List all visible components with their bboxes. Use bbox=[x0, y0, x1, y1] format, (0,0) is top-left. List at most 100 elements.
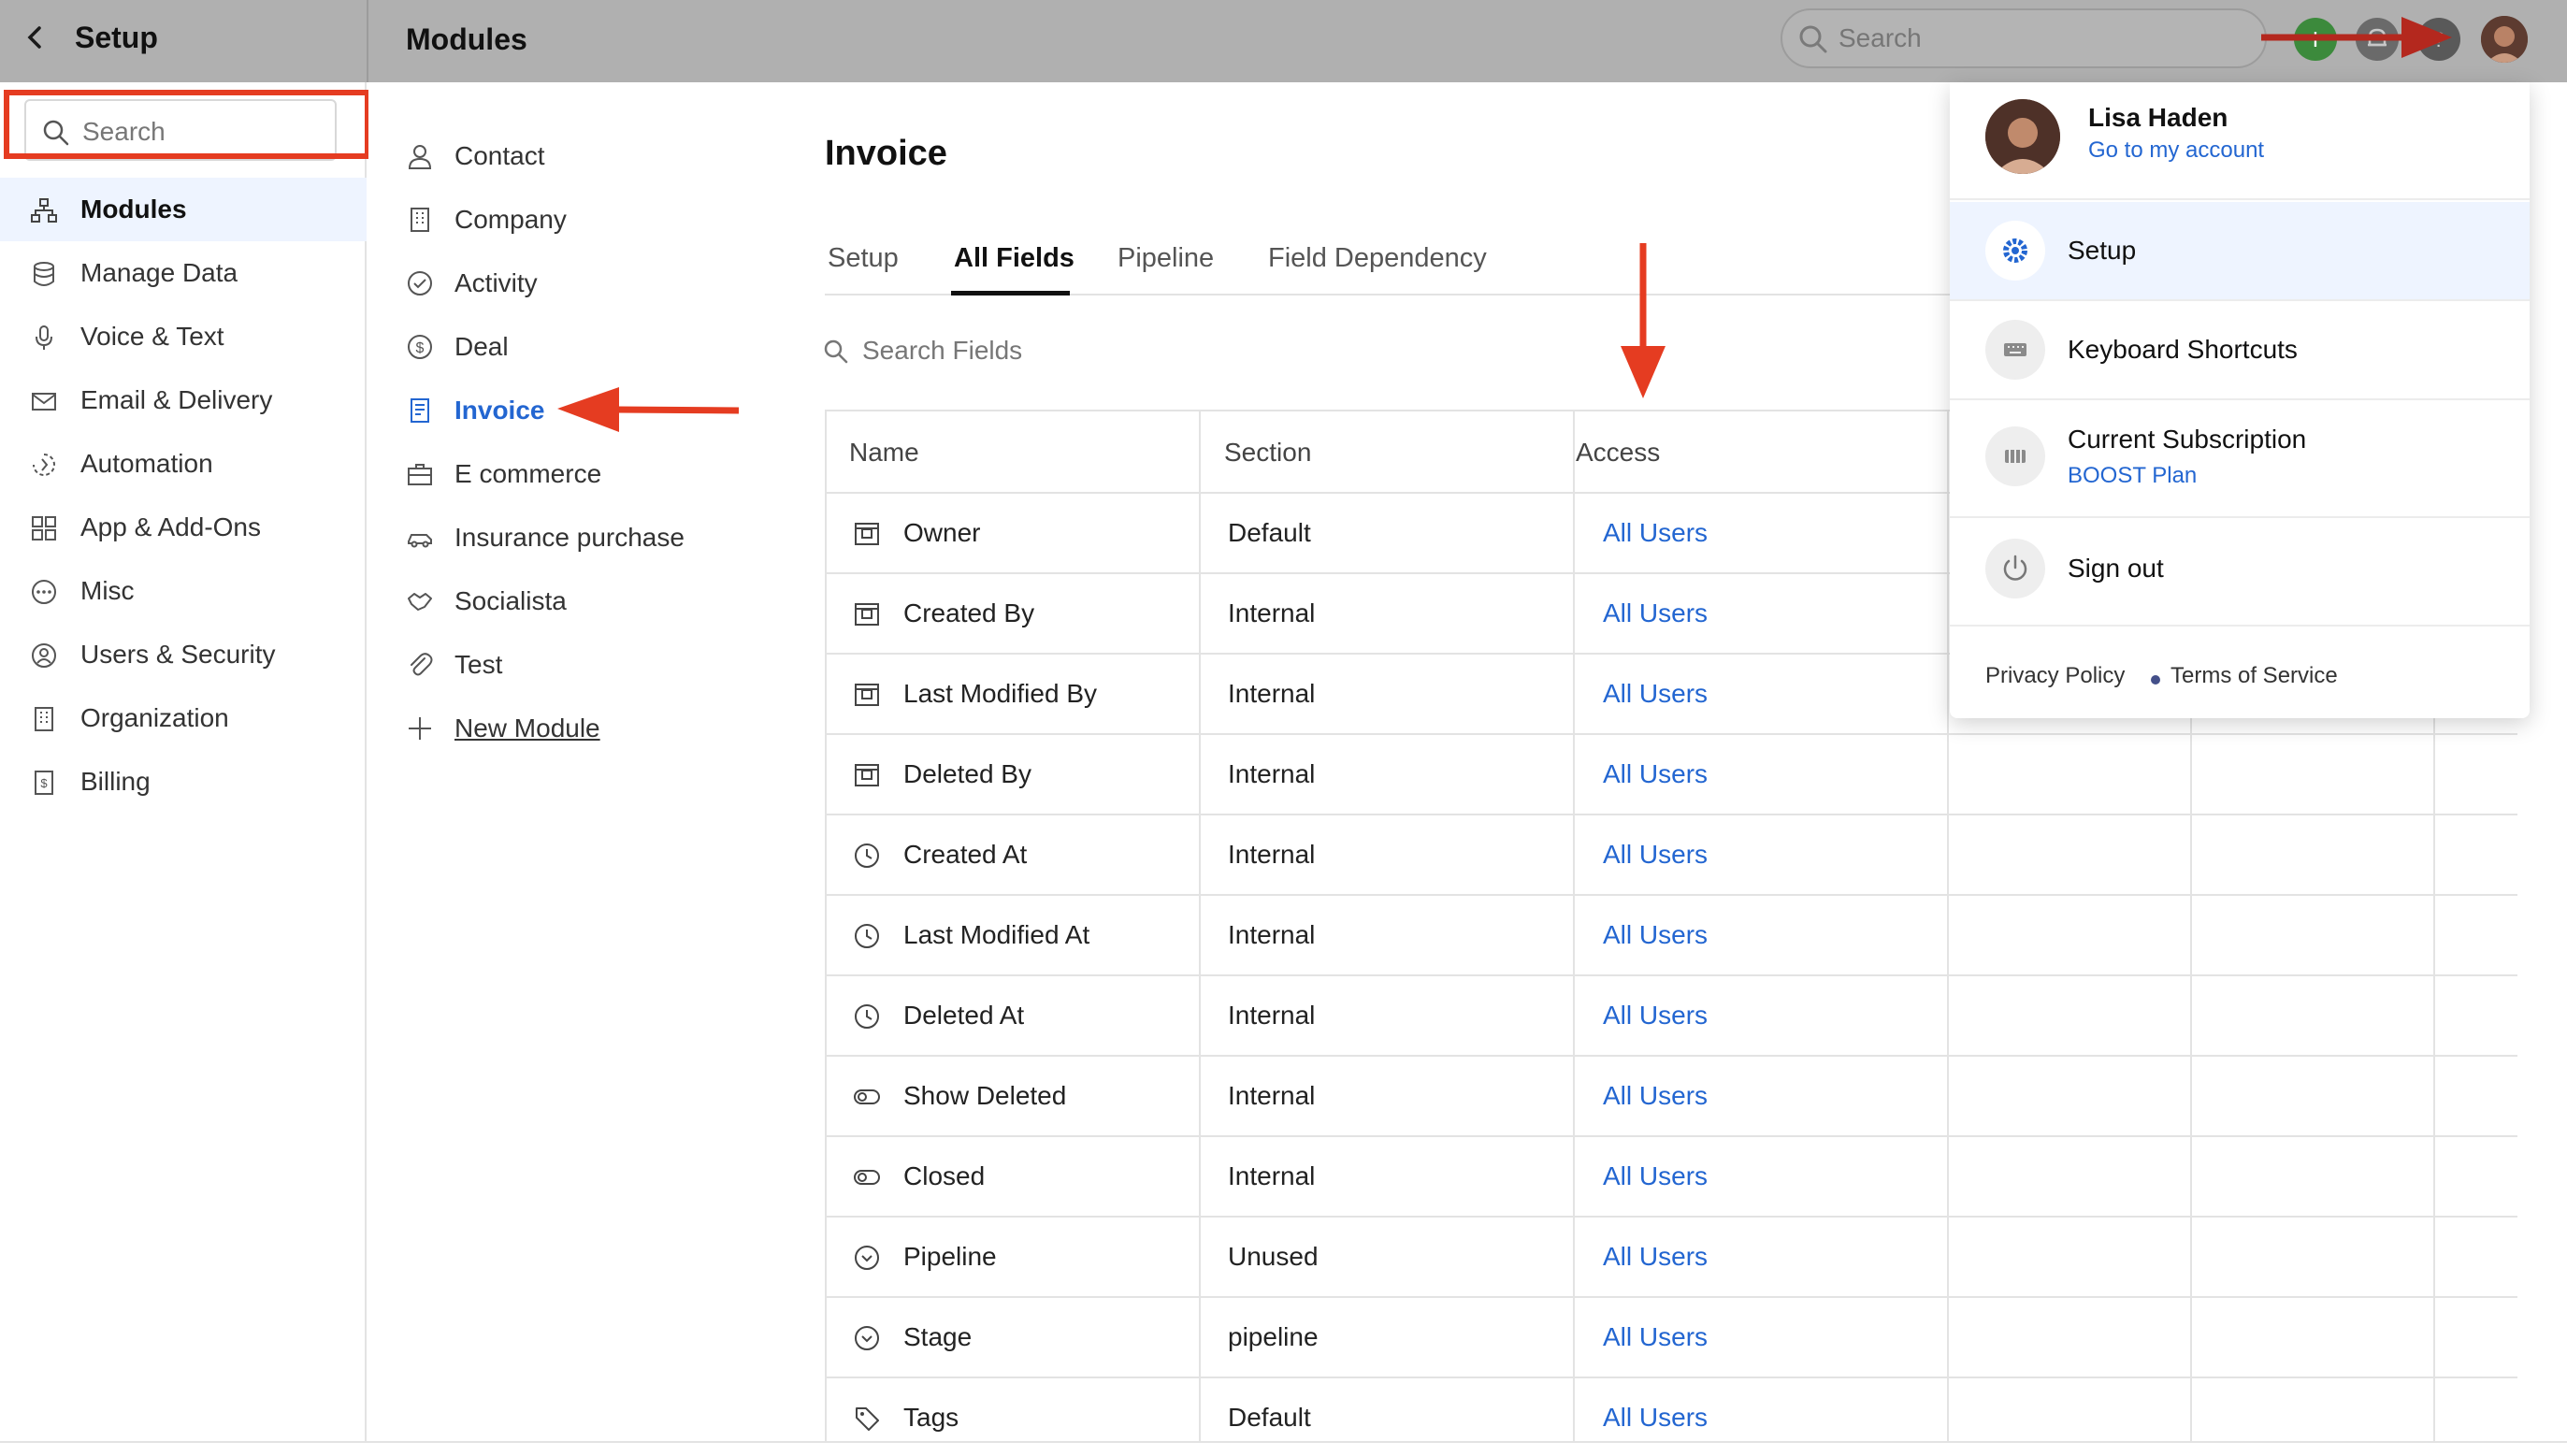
sidebar-item-manage-data[interactable]: Manage Data bbox=[0, 241, 367, 305]
field-name: Tags bbox=[903, 1403, 959, 1432]
column-header-section[interactable]: Section bbox=[1224, 436, 1311, 469]
clock-icon bbox=[855, 843, 879, 868]
sidebar-item-app-addons[interactable]: App & Add-Ons bbox=[0, 496, 367, 559]
account-avatar bbox=[1985, 99, 2060, 174]
svg-text:$: $ bbox=[416, 340, 425, 356]
column-divider bbox=[1947, 410, 1949, 1456]
column-header-access[interactable]: Access bbox=[1576, 436, 1660, 469]
privacy-policy-link[interactable]: Privacy Policy bbox=[1985, 662, 2125, 690]
tab-all-fields[interactable]: All Fields bbox=[954, 239, 1074, 277]
search-fields-input[interactable]: Search Fields bbox=[823, 333, 1384, 370]
field-access-link[interactable]: All Users bbox=[1603, 1240, 1708, 1274]
subscription-icon bbox=[1985, 426, 2045, 486]
user-circle-icon bbox=[32, 643, 56, 668]
subscription-plan[interactable]: BOOST Plan bbox=[2068, 462, 2197, 490]
search-icon bbox=[1799, 25, 1827, 53]
sidebar-item-modules[interactable]: Modules bbox=[0, 178, 367, 241]
sidebar-item-organization[interactable]: Organization bbox=[0, 686, 367, 750]
sidebar-item-users-security[interactable]: Users & Security bbox=[0, 623, 367, 686]
column-header-name[interactable]: Name bbox=[849, 436, 919, 469]
table-row[interactable]: Last Modified At Internal All Users bbox=[825, 896, 2517, 976]
global-search-input[interactable]: Search bbox=[1781, 8, 2267, 68]
module-item-label: Contact bbox=[454, 141, 545, 170]
field-access-link[interactable]: All Users bbox=[1603, 597, 1708, 630]
search-icon bbox=[824, 339, 848, 364]
handshake-icon bbox=[408, 593, 432, 611]
building-icon bbox=[35, 707, 53, 731]
billing-icon: $ bbox=[35, 771, 53, 795]
back-chevron-icon[interactable] bbox=[21, 19, 49, 56]
field-access-link[interactable]: All Users bbox=[1603, 1079, 1708, 1113]
field-section: Unused bbox=[1228, 1242, 1319, 1271]
field-section: pipeline bbox=[1228, 1322, 1319, 1351]
user-field-icon bbox=[855, 684, 879, 706]
tab-setup[interactable]: Setup bbox=[828, 239, 899, 277]
sidebar-item-automation[interactable]: Automation bbox=[0, 432, 367, 496]
user-field-icon bbox=[855, 764, 879, 786]
field-section: Internal bbox=[1228, 598, 1316, 627]
invoice-icon bbox=[411, 398, 429, 423]
chevron-circle-icon bbox=[855, 1246, 879, 1270]
field-access-link[interactable]: All Users bbox=[1603, 918, 1708, 952]
field-access-link[interactable]: All Users bbox=[1603, 1320, 1708, 1354]
new-module-label: New Module bbox=[454, 714, 600, 742]
toggle-icon bbox=[854, 1089, 880, 1104]
menu-item-setup[interactable]: Setup bbox=[1950, 202, 2530, 299]
menu-item-keyboard-shortcuts[interactable]: Keyboard Shortcuts bbox=[1950, 301, 2530, 398]
keyboard-icon bbox=[1985, 320, 2045, 380]
menu-item-current-subscription[interactable]: Current Subscription BOOST Plan bbox=[1950, 400, 2530, 514]
ellipsis-icon bbox=[32, 580, 56, 604]
avatar[interactable] bbox=[2481, 16, 2528, 63]
sidebar-item-label: App & Add-Ons bbox=[80, 512, 262, 541]
table-row[interactable]: Deleted By Internal All Users bbox=[825, 735, 2517, 815]
field-access-link[interactable]: All Users bbox=[1603, 1401, 1708, 1434]
clock-icon bbox=[855, 924, 879, 948]
plus-icon[interactable]: + bbox=[2294, 18, 2337, 61]
menu-item-label: Sign out bbox=[2068, 554, 2164, 583]
field-access-link[interactable]: All Users bbox=[1603, 757, 1708, 791]
window-bottom-edge bbox=[0, 1441, 2567, 1456]
field-name: Pipeline bbox=[903, 1242, 997, 1271]
field-access-link[interactable]: All Users bbox=[1603, 677, 1708, 711]
person-icon bbox=[408, 145, 432, 169]
table-row[interactable]: Stage pipeline All Users bbox=[825, 1298, 2517, 1378]
module-item-label: Deal bbox=[454, 332, 509, 361]
field-access-link[interactable]: All Users bbox=[1603, 838, 1708, 872]
sidebar-item-misc[interactable]: Misc bbox=[0, 559, 367, 623]
table-row[interactable]: Created At Internal All Users bbox=[825, 815, 2517, 896]
table-row[interactable]: Deleted At Internal All Users bbox=[825, 976, 2517, 1057]
field-access-link[interactable]: All Users bbox=[1603, 516, 1708, 550]
column-divider bbox=[1573, 410, 1575, 1456]
table-row[interactable]: Pipeline Unused All Users bbox=[825, 1218, 2517, 1298]
field-access-link[interactable]: All Users bbox=[1603, 999, 1708, 1032]
power-icon bbox=[1985, 539, 2045, 598]
chevron-circle-icon bbox=[855, 1326, 879, 1350]
tab-field-dependency[interactable]: Field Dependency bbox=[1268, 239, 1487, 277]
account-user-name: Lisa Haden bbox=[2088, 103, 2228, 132]
sidebar-item-email-delivery[interactable]: Email & Delivery bbox=[0, 368, 367, 432]
menu-item-sign-out[interactable]: Sign out bbox=[1950, 518, 2530, 621]
sidebar-item-label: Users & Security bbox=[80, 640, 276, 669]
table-row[interactable]: Closed Internal All Users bbox=[825, 1137, 2517, 1218]
bell-icon[interactable] bbox=[2356, 18, 2399, 61]
sidebar-item-label: Voice & Text bbox=[80, 322, 224, 351]
paperclip-icon bbox=[411, 653, 433, 676]
field-section: Internal bbox=[1228, 759, 1316, 788]
sidebar-item-billing[interactable]: $ Billing bbox=[0, 750, 367, 814]
field-section: Default bbox=[1228, 1403, 1311, 1432]
help-icon[interactable]: ? bbox=[2417, 18, 2460, 61]
tab-pipeline[interactable]: Pipeline bbox=[1118, 239, 1214, 277]
svg-text:?: ? bbox=[2433, 28, 2444, 51]
briefcase-icon bbox=[408, 464, 432, 485]
table-row[interactable]: Show Deleted Internal All Users bbox=[825, 1057, 2517, 1137]
menu-item-label: Setup bbox=[2068, 236, 2137, 265]
clock-icon bbox=[855, 1004, 879, 1029]
modules-highlight-box bbox=[4, 90, 370, 159]
sidebar-item-voice-text[interactable]: Voice & Text bbox=[0, 305, 367, 368]
field-section: Internal bbox=[1228, 840, 1316, 869]
terms-of-service-link[interactable]: Terms of Service bbox=[2170, 662, 2338, 690]
go-to-account-link[interactable]: Go to my account bbox=[2088, 137, 2264, 165]
module-item-label: Insurance purchase bbox=[454, 523, 685, 552]
field-access-link[interactable]: All Users bbox=[1603, 1160, 1708, 1193]
module-list: Contact Company Activity $ Deal Invoice … bbox=[368, 82, 780, 1456]
